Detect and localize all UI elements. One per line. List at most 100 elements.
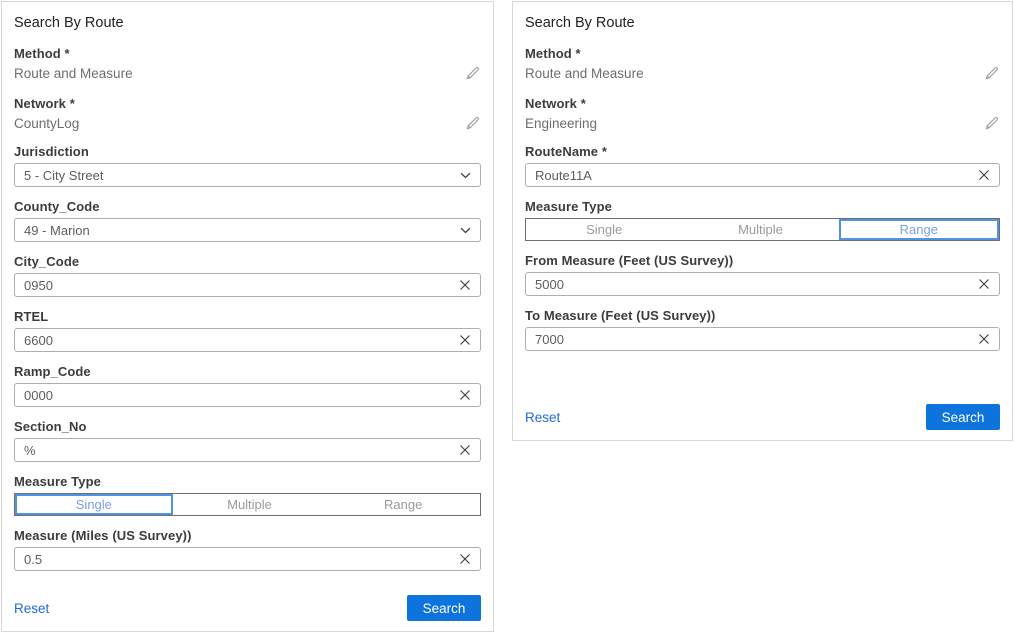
clear-rtel-button[interactable] xyxy=(451,334,471,346)
measure-type-segmented: Single Multiple Range xyxy=(525,218,1000,241)
network-value: Engineering xyxy=(525,116,597,131)
network-group: Network * CountyLog xyxy=(14,96,481,132)
county-code-selected-value: 49 - Marion xyxy=(24,223,90,238)
clear-to-measure-button[interactable] xyxy=(970,333,990,345)
method-group: Method * Route and Measure xyxy=(14,46,481,82)
x-clear-icon xyxy=(978,278,990,290)
network-group: Network * Engineering xyxy=(525,96,1000,132)
panel-title: Search By Route xyxy=(14,15,481,32)
network-row: Engineering xyxy=(525,115,1000,132)
to-measure-input[interactable] xyxy=(535,332,970,347)
search-button[interactable]: Search xyxy=(407,595,481,621)
from-measure-label: From Measure (Feet (US Survey)) xyxy=(525,253,1000,268)
jurisdiction-label: Jurisdiction xyxy=(14,144,481,159)
segment-range[interactable]: Range xyxy=(839,219,999,240)
x-clear-icon xyxy=(459,279,471,291)
method-value: Route and Measure xyxy=(14,66,133,81)
route-name-input[interactable] xyxy=(535,168,970,183)
panel-title: Search By Route xyxy=(525,15,1000,32)
route-name-input-box xyxy=(525,163,1000,187)
pencil-icon xyxy=(983,115,1000,132)
city-code-label: City_Code xyxy=(14,254,481,269)
clear-section-no-button[interactable] xyxy=(451,444,471,456)
pencil-icon xyxy=(464,115,481,132)
rtel-field: RTEL xyxy=(14,309,481,352)
search-by-route-panel-left: Search By Route Method * Route and Measu… xyxy=(1,1,494,632)
section-no-label: Section_No xyxy=(14,419,481,434)
measure-type-segmented: Single Multiple Range xyxy=(14,493,481,516)
clear-from-measure-button[interactable] xyxy=(970,278,990,290)
clear-measure-button[interactable] xyxy=(451,553,471,565)
ramp-code-input[interactable] xyxy=(24,388,451,403)
measure-type-field: Measure Type Single Multiple Range xyxy=(525,199,1000,241)
page: Search By Route Method * Route and Measu… xyxy=(0,0,1014,633)
jurisdiction-select[interactable]: 5 - City Street xyxy=(14,163,481,187)
panel-footer: Reset Search xyxy=(14,595,481,631)
measure-type-label: Measure Type xyxy=(525,199,1000,214)
segment-range[interactable]: Range xyxy=(326,494,480,515)
edit-method-button[interactable] xyxy=(464,65,481,82)
network-value: CountyLog xyxy=(14,116,79,131)
segment-single[interactable]: Single xyxy=(15,494,173,515)
x-clear-icon xyxy=(459,553,471,565)
reset-link[interactable]: Reset xyxy=(14,601,49,616)
route-name-field: RouteName * xyxy=(525,144,1000,187)
segment-multiple[interactable]: Multiple xyxy=(173,494,327,515)
jurisdiction-field: Jurisdiction 5 - City Street xyxy=(14,144,481,187)
to-measure-field: To Measure (Feet (US Survey)) xyxy=(525,308,1000,351)
jurisdiction-selected-value: 5 - City Street xyxy=(24,168,103,183)
x-clear-icon xyxy=(459,444,471,456)
reset-link[interactable]: Reset xyxy=(525,410,560,425)
clear-route-name-button[interactable] xyxy=(970,169,990,181)
rtel-input-box xyxy=(14,328,481,352)
clear-ramp-code-button[interactable] xyxy=(451,389,471,401)
method-row: Route and Measure xyxy=(525,65,1000,82)
method-group: Method * Route and Measure xyxy=(525,46,1000,82)
network-label: Network * xyxy=(14,96,481,111)
city-code-input[interactable] xyxy=(24,278,451,293)
x-clear-icon xyxy=(978,169,990,181)
chevron-down-icon xyxy=(460,172,471,179)
panel-footer: Reset Search xyxy=(525,404,1000,440)
section-no-input-box xyxy=(14,438,481,462)
rtel-label: RTEL xyxy=(14,309,481,324)
edit-network-button[interactable] xyxy=(983,115,1000,132)
measure-input[interactable] xyxy=(24,552,451,567)
city-code-input-box xyxy=(14,273,481,297)
network-row: CountyLog xyxy=(14,115,481,132)
from-measure-input[interactable] xyxy=(535,277,970,292)
method-row: Route and Measure xyxy=(14,65,481,82)
ramp-code-label: Ramp_Code xyxy=(14,364,481,379)
method-label: Method * xyxy=(14,46,481,61)
chevron-down-icon xyxy=(460,227,471,234)
segment-multiple[interactable]: Multiple xyxy=(682,219,838,240)
route-name-label: RouteName * xyxy=(525,144,1000,159)
to-measure-label: To Measure (Feet (US Survey)) xyxy=(525,308,1000,323)
edit-method-button[interactable] xyxy=(983,65,1000,82)
segment-single[interactable]: Single xyxy=(526,219,682,240)
ramp-code-field: Ramp_Code xyxy=(14,364,481,407)
search-by-route-panel-right: Search By Route Method * Route and Measu… xyxy=(512,1,1013,441)
county-code-label: County_Code xyxy=(14,199,481,214)
x-clear-icon xyxy=(459,389,471,401)
method-label: Method * xyxy=(525,46,1000,61)
network-label: Network * xyxy=(525,96,1000,111)
pencil-icon xyxy=(464,65,481,82)
ramp-code-input-box xyxy=(14,383,481,407)
measure-input-box xyxy=(14,547,481,571)
pencil-icon xyxy=(983,65,1000,82)
x-clear-icon xyxy=(978,333,990,345)
measure-label: Measure (Miles (US Survey)) xyxy=(14,528,481,543)
rtel-input[interactable] xyxy=(24,333,451,348)
clear-city-code-button[interactable] xyxy=(451,279,471,291)
method-value: Route and Measure xyxy=(525,66,644,81)
search-button[interactable]: Search xyxy=(926,404,1000,430)
from-measure-field: From Measure (Feet (US Survey)) xyxy=(525,253,1000,296)
edit-network-button[interactable] xyxy=(464,115,481,132)
section-no-input[interactable] xyxy=(24,443,451,458)
city-code-field: City_Code xyxy=(14,254,481,297)
to-measure-input-box xyxy=(525,327,1000,351)
x-clear-icon xyxy=(459,334,471,346)
measure-type-label: Measure Type xyxy=(14,474,481,489)
county-code-select[interactable]: 49 - Marion xyxy=(14,218,481,242)
